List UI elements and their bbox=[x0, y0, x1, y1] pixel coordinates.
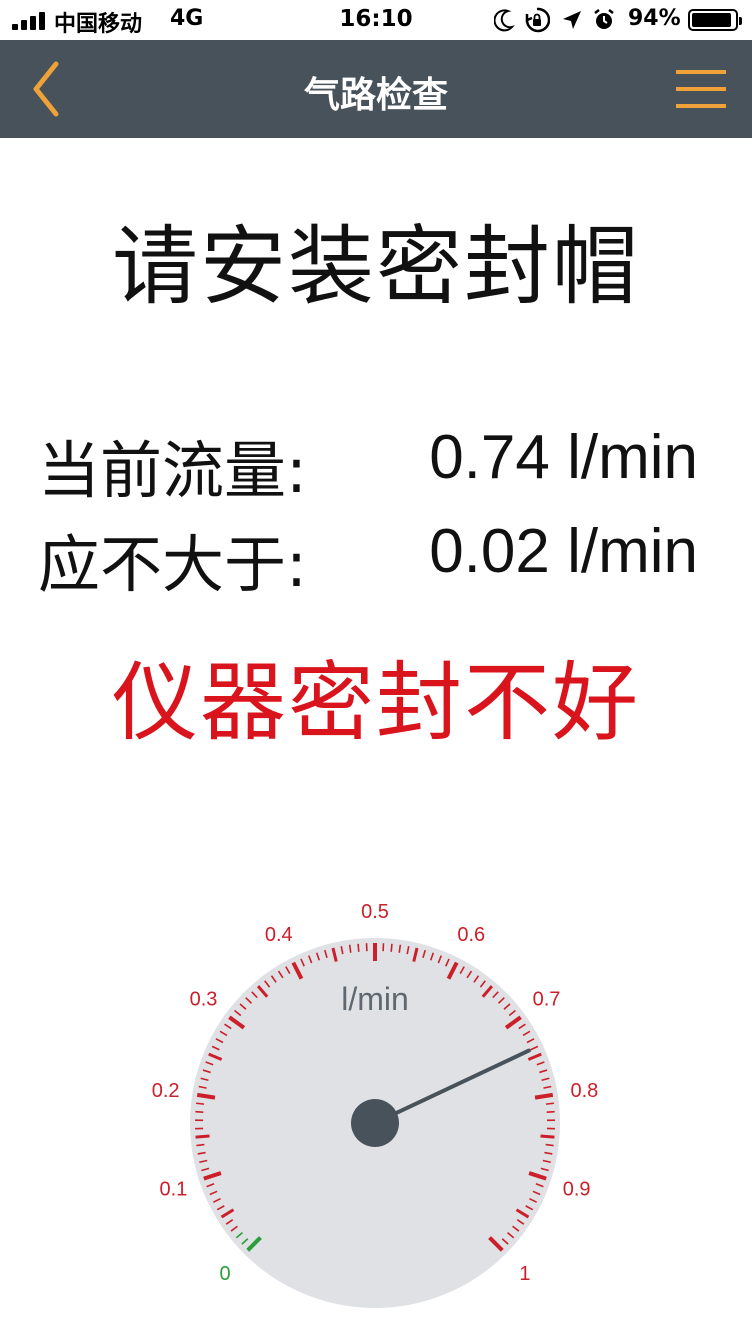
battery-icon bbox=[688, 9, 742, 31]
gauge-hub bbox=[351, 1099, 399, 1147]
instruction-heading: 请安装密封帽 bbox=[112, 217, 640, 317]
gauge-tick-label: 0 bbox=[220, 1263, 231, 1285]
moon-icon bbox=[494, 9, 515, 32]
current-flow-value: 0.74 l/min bbox=[429, 423, 698, 492]
current-flow-label: 当前流量: bbox=[38, 434, 307, 507]
gauge-tick-label: 0.8 bbox=[570, 1080, 598, 1102]
gauge-tick-label: 0.9 bbox=[563, 1179, 591, 1201]
gauge-minor-tick bbox=[546, 1110, 555, 1113]
gauge-minor-tick bbox=[540, 1134, 555, 1139]
battery-percentage: 94% bbox=[628, 6, 681, 31]
menu-button[interactable] bbox=[672, 64, 730, 114]
seal-result-message: 仪器密封不好 bbox=[112, 653, 640, 753]
max-flow-value: 0.02 l/min bbox=[429, 517, 698, 586]
flow-gauge: 0 0.1 0.2 0.3 0.4 0.5 0.6 0.7 0.8 0.9 1 l/min bbox=[152, 901, 598, 1308]
gauge-minor-tick bbox=[195, 1110, 204, 1113]
navigation-bar: 气路检查 bbox=[0, 40, 752, 138]
gauge-minor-tick bbox=[545, 1102, 555, 1105]
gauge-minor-tick bbox=[195, 1102, 205, 1105]
orientation-lock-icon bbox=[525, 7, 550, 33]
gauge-unit-label: l/min bbox=[341, 981, 409, 1017]
gauge-tick-label: 0.7 bbox=[533, 988, 561, 1010]
gauge-major-tick bbox=[196, 1092, 216, 1100]
gauge-minor-tick bbox=[348, 944, 352, 953]
status-bar: 中国移动 4G 16:10 94% bbox=[0, 0, 752, 40]
gauge-tick-label: 0.5 bbox=[361, 901, 389, 923]
gauge-minor-tick bbox=[398, 944, 402, 953]
gauge-minor-tick bbox=[357, 943, 360, 952]
gauge-tick-label: 0.3 bbox=[190, 988, 218, 1010]
gauge-minor-tick bbox=[545, 1143, 554, 1147]
alarm-icon bbox=[594, 9, 614, 29]
max-flow-row: 应不大于: 0.02 l/min bbox=[0, 514, 752, 601]
location-arrow-icon bbox=[563, 11, 581, 29]
gauge-tick-label: 0.1 bbox=[159, 1179, 187, 1201]
current-flow-row: 当前流量: 0.74 l/min bbox=[0, 420, 752, 507]
gauge-minor-tick bbox=[195, 1134, 210, 1139]
gauge-tick-label: 0.6 bbox=[457, 924, 485, 946]
page-title: 气路检查 bbox=[303, 75, 448, 116]
gauge-tick-label: 0.2 bbox=[152, 1080, 180, 1102]
gauge-tick-label: 0.4 bbox=[265, 924, 293, 946]
gauge-minor-tick bbox=[390, 943, 393, 952]
max-flow-label: 应不大于: bbox=[38, 528, 307, 601]
gauge-tick-label: 1 bbox=[519, 1263, 530, 1285]
gauge-major-tick bbox=[534, 1092, 554, 1100]
hamburger-menu-icon bbox=[676, 70, 726, 108]
gauge-minor-tick bbox=[196, 1143, 205, 1147]
